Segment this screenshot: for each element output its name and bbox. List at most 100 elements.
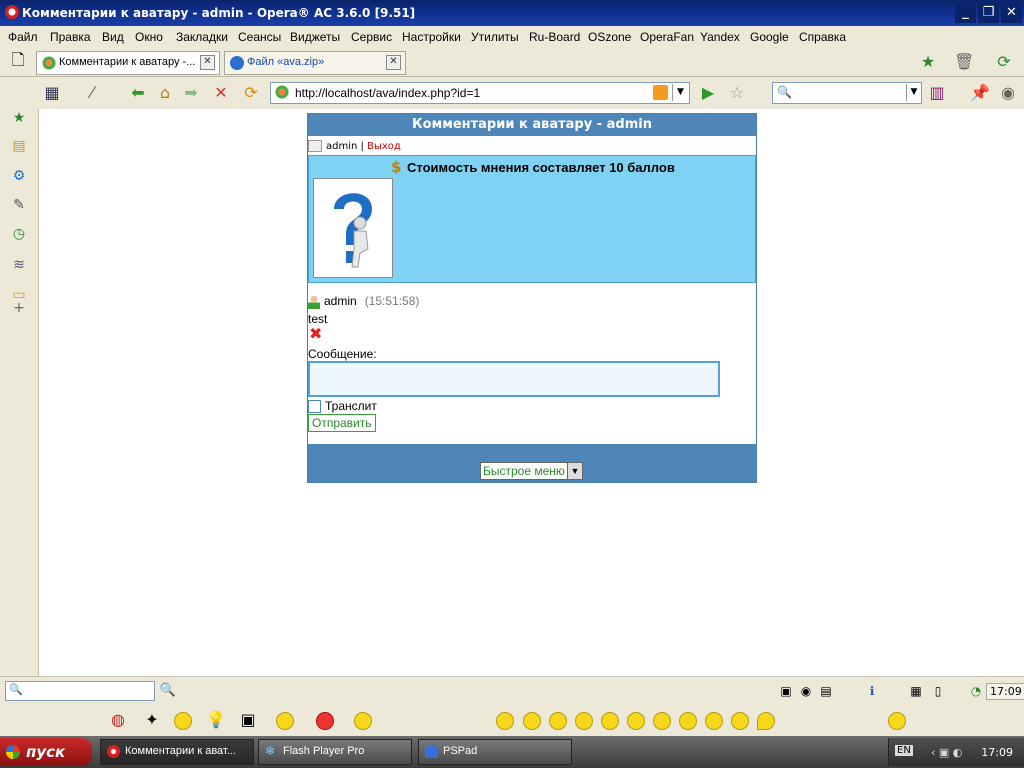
language-indicator[interactable]: EN	[895, 745, 913, 756]
cookie-icon[interactable]: ▯	[928, 681, 948, 701]
search-dropdown-icon[interactable]: ▼	[906, 84, 921, 101]
window-title-bar[interactable]: Комментарии к аватару - admin - Opera® A…	[0, 0, 1024, 26]
smiley-icon[interactable]	[627, 712, 645, 730]
smiley-icon[interactable]	[679, 712, 697, 730]
translit-option[interactable]: Транслит	[308, 399, 377, 414]
smiley-menu-icon[interactable]	[888, 712, 906, 730]
menu-file[interactable]: Файл	[8, 30, 38, 44]
bookmarks-panel-icon[interactable]: ★	[10, 109, 28, 127]
delete-icon[interactable]: ✖	[309, 326, 322, 342]
comment-author[interactable]: admin	[324, 294, 357, 308]
address-bar[interactable]: ▼	[270, 82, 690, 104]
close-icon[interactable]: ✕	[1001, 3, 1022, 23]
tray-icons[interactable]: ‹ ▣ ◐	[931, 746, 962, 759]
close-tab-icon[interactable]: ✕	[386, 55, 401, 70]
taskbar-item-opera[interactable]: Комментарии к ават...	[100, 739, 254, 765]
logout-link[interactable]: Выход	[367, 141, 401, 152]
menu-bookmarks[interactable]: Закладки	[176, 30, 228, 44]
bulb-icon[interactable]: 💡	[206, 710, 226, 730]
edit-icon[interactable]: ⁄	[82, 83, 102, 103]
smiley-icon[interactable]	[653, 712, 671, 730]
info-icon[interactable]: ℹ	[862, 681, 882, 701]
menu-widgets[interactable]: Виджеты	[290, 30, 340, 44]
send-button[interactable]: Отправить	[308, 414, 376, 432]
quick-menu-select[interactable]: Быстрое меню ▼	[480, 462, 583, 480]
menu-view[interactable]: Вид	[102, 30, 124, 44]
taskbar-item-label: Flash Player Pro	[283, 745, 365, 757]
close-tab-icon[interactable]: ✕	[200, 55, 215, 70]
taskbar-item-flash[interactable]: ❄ Flash Player Pro	[258, 739, 412, 765]
page-icon[interactable]: 🗋	[8, 50, 28, 70]
menu-edit[interactable]: Правка	[50, 30, 91, 44]
opera-menu-icon[interactable]: ◍	[108, 710, 128, 730]
smiley-icon[interactable]	[496, 712, 514, 730]
back-icon[interactable]: ⬅	[128, 83, 148, 103]
notes-panel-icon[interactable]: ▤	[10, 137, 28, 155]
menu-window[interactable]: Окно	[135, 30, 163, 44]
menu-utilities[interactable]: Утилиты	[471, 30, 519, 44]
eye-icon[interactable]: ◉	[998, 83, 1018, 103]
find-icon[interactable]: 🔍	[158, 681, 178, 701]
trash-icon[interactable]: 🗑	[954, 52, 974, 72]
smiley-icon[interactable]	[705, 712, 723, 730]
rss-icon[interactable]	[653, 85, 668, 100]
translit-checkbox[interactable]	[308, 400, 321, 414]
go-icon[interactable]: ▶	[698, 83, 718, 103]
restore-icon[interactable]: ❐	[978, 3, 999, 23]
smiley-icon[interactable]	[354, 712, 372, 730]
menu-service[interactable]: Сервис	[351, 30, 392, 44]
menu-oszone[interactable]: OSzone	[588, 30, 631, 44]
reload-icon[interactable]: ⟳	[241, 83, 261, 103]
history-panel-icon[interactable]: ◷	[10, 225, 28, 243]
start-button[interactable]: пуск	[0, 738, 92, 766]
message-textarea[interactable]	[308, 361, 720, 397]
menu-help[interactable]: Справка	[799, 30, 846, 44]
status-tool2-icon[interactable]: ◉	[796, 681, 816, 701]
pin-icon[interactable]: 📌	[970, 83, 990, 103]
taskbar-item-pspad[interactable]: PSPad	[418, 739, 572, 765]
smiley-icon[interactable]	[575, 712, 593, 730]
bookmark-add-icon[interactable]: ★	[918, 52, 938, 72]
menu-sessions[interactable]: Сеансы	[238, 30, 281, 44]
status-tool-icon[interactable]: ▣	[776, 681, 796, 701]
links-panel-icon[interactable]: ≋	[10, 256, 28, 274]
menu-settings[interactable]: Настройки	[402, 30, 461, 44]
tab-comments[interactable]: Комментарии к аватару -... ✕	[36, 51, 220, 75]
add-panel-icon[interactable]: +	[10, 299, 28, 317]
menu-operafan[interactable]: OperaFan	[640, 30, 694, 44]
smiley-icon[interactable]	[174, 712, 192, 730]
tab-file-ava[interactable]: Файл «ava.zip» ✕	[224, 51, 406, 75]
pacman-icon[interactable]	[757, 712, 775, 730]
smiley-icon[interactable]	[731, 712, 749, 730]
panels-icon[interactable]: ▦	[42, 83, 62, 103]
minimize-icon[interactable]: _	[955, 3, 976, 23]
smiley-icon[interactable]	[549, 712, 567, 730]
smiley-icon[interactable]	[601, 712, 619, 730]
status-tool3-icon[interactable]: ▤	[816, 681, 836, 701]
network-icon[interactable]: ▦	[906, 681, 926, 701]
forward-icon[interactable]: ➡	[181, 83, 201, 103]
menu-google[interactable]: Google	[750, 30, 789, 44]
avatar-image[interactable]	[313, 178, 393, 278]
stop-icon[interactable]: ✕	[211, 83, 231, 103]
bookmark-star-icon[interactable]: ☆	[727, 83, 747, 103]
find-input[interactable]: 🔍	[5, 681, 155, 701]
tool-icon[interactable]: ✦	[142, 710, 162, 730]
smiley-icon[interactable]	[523, 712, 541, 730]
home-icon[interactable]: ⌂	[155, 83, 175, 103]
sync-icon[interactable]: ⟳	[994, 52, 1014, 72]
menu-yandex[interactable]: Yandex	[700, 30, 740, 44]
menu-ruboard[interactable]: Ru-Board	[529, 30, 580, 44]
feeds-panel-icon[interactable]: ✎	[10, 196, 28, 214]
zoom-icon[interactable]: ◔	[966, 681, 986, 701]
toolbar-extra-icon[interactable]: ▥	[927, 83, 947, 103]
settings-panel-icon[interactable]: ⚙	[10, 167, 28, 185]
santa-smiley-icon[interactable]	[316, 712, 334, 730]
url-input[interactable]	[295, 86, 655, 100]
address-dropdown-icon[interactable]: ▼	[672, 84, 688, 101]
screen-icon[interactable]: ▣	[238, 710, 258, 730]
chevron-down-icon[interactable]: ▼	[566, 463, 582, 479]
smiley-icon[interactable]	[276, 712, 294, 730]
search-box[interactable]: 🔍 ▼	[772, 82, 922, 104]
status-bar: 🔍 🔍 ▣ ◉ ▤ ℹ ▦ ▯ ◔ 17:09	[0, 676, 1024, 705]
